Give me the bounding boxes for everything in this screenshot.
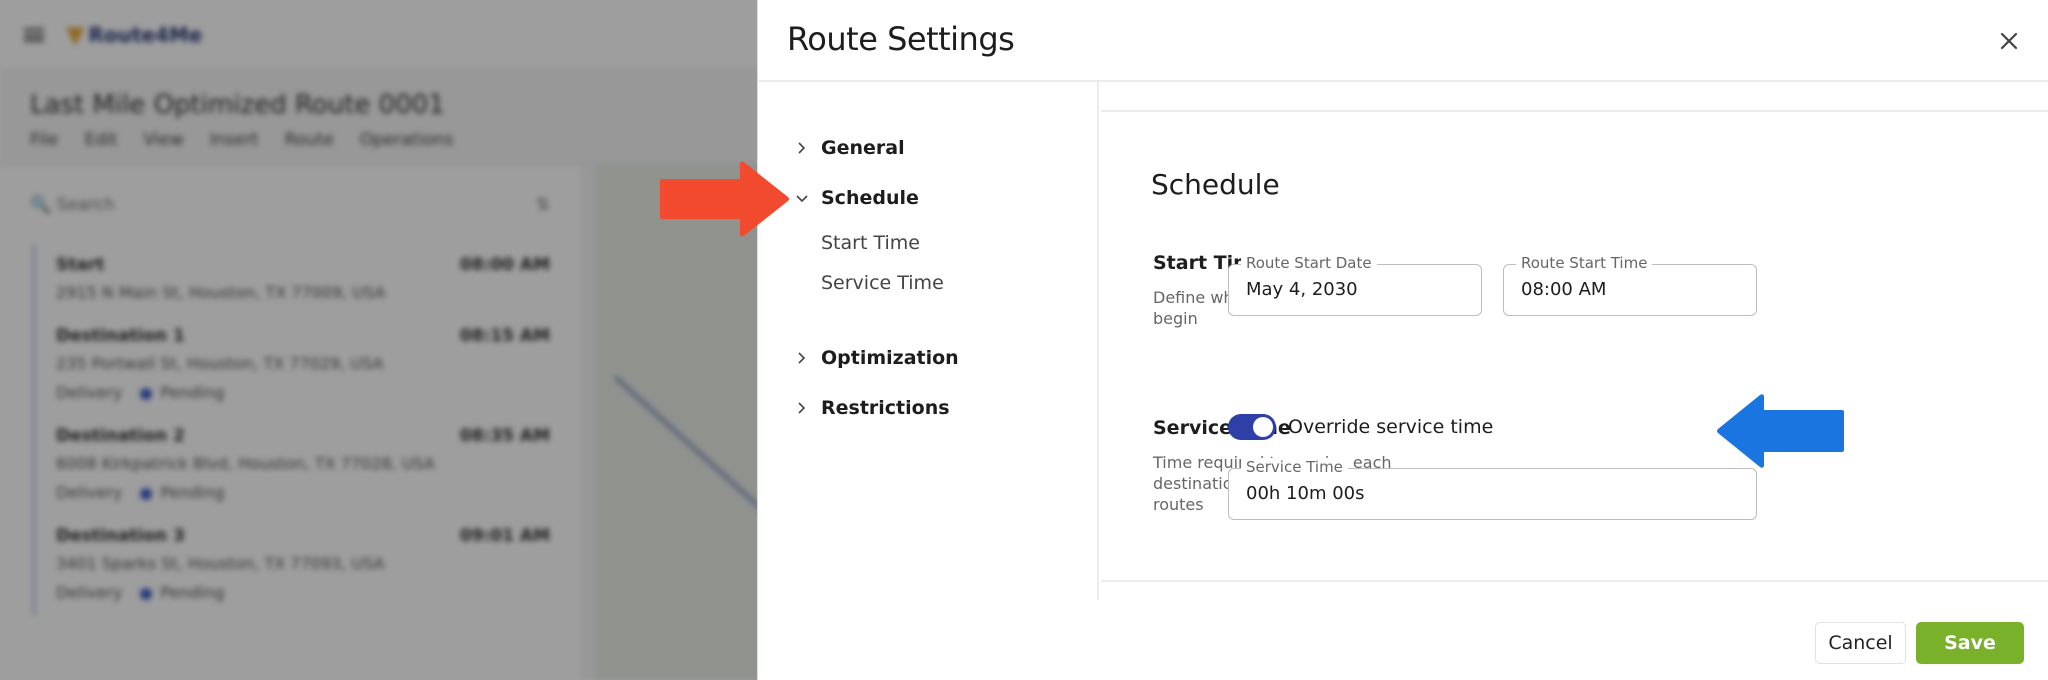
modal-footer: Cancel Save xyxy=(758,600,2048,680)
toggle-knob xyxy=(1253,417,1273,437)
route-start-time-field[interactable]: Route Start Time xyxy=(1503,254,1757,316)
nav-item-restrictions[interactable]: Restrictions xyxy=(795,397,950,419)
modal-backdrop[interactable] xyxy=(0,0,760,680)
save-button[interactable]: Save xyxy=(1916,622,2024,664)
service-time-field[interactable]: Service Time xyxy=(1228,458,1757,520)
chevron-down-icon xyxy=(795,191,809,205)
override-service-time-row: Override service time xyxy=(1228,414,1493,440)
field-label: Route Start Date xyxy=(1241,254,1377,272)
modal-title: Route Settings xyxy=(787,20,1015,58)
cancel-button[interactable]: Cancel xyxy=(1815,622,1906,664)
chevron-right-icon xyxy=(795,141,809,155)
service-time-input[interactable] xyxy=(1246,483,1694,504)
content-top-divider xyxy=(1101,82,2048,112)
nav-subitem-service-time[interactable]: Service Time xyxy=(821,272,944,294)
nav-item-label: Restrictions xyxy=(821,397,950,419)
section-title: Schedule xyxy=(1151,168,1280,201)
route-settings-modal: Route Settings General Schedule Start Ti… xyxy=(757,0,2048,680)
nav-item-label: Schedule xyxy=(821,187,919,209)
blue-annotation-arrow-icon xyxy=(1717,394,1844,468)
nav-item-general[interactable]: General xyxy=(795,137,905,159)
close-button[interactable] xyxy=(1992,24,2026,58)
content-bottom-divider xyxy=(1101,580,2048,582)
route-start-time-input[interactable] xyxy=(1521,279,1736,300)
nav-item-schedule[interactable]: Schedule xyxy=(795,187,919,209)
field-label: Service Time xyxy=(1241,458,1348,476)
nav-item-optimization[interactable]: Optimization xyxy=(795,347,959,369)
override-service-time-toggle[interactable] xyxy=(1228,414,1276,440)
settings-content: Schedule Start Time Define when the rout… xyxy=(1101,82,2048,600)
field-label: Route Start Time xyxy=(1516,254,1653,272)
nav-subitem-start-time[interactable]: Start Time xyxy=(821,232,920,254)
chevron-right-icon xyxy=(795,401,809,415)
route-start-date-field[interactable]: Route Start Date xyxy=(1228,254,1482,316)
close-icon xyxy=(2000,32,2018,50)
nav-item-label: General xyxy=(821,137,905,159)
route-start-date-input[interactable] xyxy=(1246,279,1461,300)
settings-nav: General Schedule Start Time Service Time… xyxy=(758,82,1099,600)
chevron-right-icon xyxy=(795,351,809,365)
modal-header: Route Settings xyxy=(758,0,2048,82)
nav-item-label: Optimization xyxy=(821,347,959,369)
red-annotation-arrow-icon xyxy=(660,161,789,237)
toggle-label: Override service time xyxy=(1288,416,1494,438)
